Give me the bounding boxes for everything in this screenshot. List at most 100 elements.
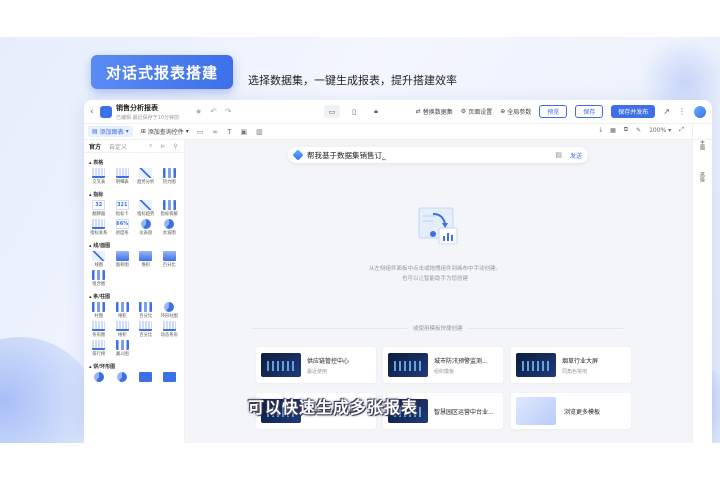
text-icon[interactable]: T	[227, 128, 231, 136]
component-item[interactable]: 热力图	[158, 168, 182, 185]
component-item[interactable]: 66% 进度条	[111, 219, 135, 236]
component-label: 堆积	[141, 263, 151, 268]
component-item[interactable]	[111, 372, 135, 383]
desktop-icon[interactable]: ▭	[324, 105, 340, 118]
component-item[interactable]: 百分比	[134, 321, 158, 338]
copy-icon[interactable]: ⧉	[624, 126, 628, 134]
image-icon[interactable]: ▣	[241, 128, 248, 136]
component-item[interactable]: 漏斗图	[111, 340, 135, 357]
avatar[interactable]	[694, 105, 706, 118]
page-settings-button[interactable]: ⚙ 页面设置	[461, 107, 492, 116]
replace-dataset-button[interactable]: ⇄ 替换数据集	[416, 107, 453, 116]
ai-prompt-text[interactable]: 帮我基于数据集销售订_	[307, 150, 555, 161]
section-title-text: 指标	[93, 192, 104, 198]
share-icon[interactable]: ↗	[663, 107, 670, 116]
component-item[interactable]: 堆积	[134, 251, 158, 268]
more-icon[interactable]: ⋮	[678, 107, 686, 116]
global-params-button[interactable]: ⊕ 全局参数	[500, 107, 531, 116]
save-publish-button[interactable]: 保存并发布	[611, 105, 656, 118]
document-icon[interactable]: ▤	[555, 151, 562, 159]
undo-icon[interactable]: ↶	[210, 107, 217, 116]
component-item[interactable]: 指标关系	[87, 219, 111, 236]
section-title[interactable]: ▴ 条/柱图	[84, 287, 184, 302]
add-query-button[interactable]: ⊞ 添加查询控件 ▾	[141, 127, 189, 136]
component-item[interactable]: 仪表盘	[134, 219, 158, 236]
component-item[interactable]: 32 翻牌器	[87, 200, 111, 217]
mobile-icon[interactable]: ▯	[346, 105, 362, 118]
template-card[interactable]: 烟草行业大屏 同角色常用	[511, 347, 631, 383]
browse-more-templates[interactable]: 浏览更多模板	[511, 393, 631, 429]
template-card[interactable]: 供应链管控中心 最近使用	[256, 347, 376, 383]
component-item[interactable]: 柱图	[87, 302, 111, 319]
expand-icon[interactable]: ⤢	[679, 126, 684, 134]
component-label: 仪表盘	[139, 231, 153, 236]
tab-official[interactable]: 官方	[89, 142, 101, 151]
right-rail: 主题 高级	[692, 124, 712, 443]
component-item[interactable]: 趋势分析	[134, 168, 158, 185]
component-item[interactable]: 321 指标卡	[111, 200, 135, 217]
rail-item-advanced[interactable]: 高级	[699, 172, 706, 182]
percent-bar-icon	[139, 321, 153, 331]
component-label: 条形图	[92, 333, 106, 338]
component-item[interactable]: 线图	[87, 251, 111, 268]
add-chart-button[interactable]: ▤ 添加图表 ▾	[88, 126, 133, 137]
report-name[interactable]: 销售分析报表	[116, 103, 179, 113]
component-label: 堆积	[117, 314, 127, 319]
component-item[interactable]: 百分比	[134, 302, 158, 319]
section-title[interactable]: ▴ 指标	[84, 185, 184, 200]
empty-hint-line2: 也可以让智能助手为您创建	[401, 276, 468, 282]
search-icon[interactable]: ⌕	[149, 142, 152, 150]
component-item[interactable]: 水波图	[158, 219, 182, 236]
cross-table-icon	[92, 168, 106, 178]
filter-icon: ⊞	[140, 128, 146, 135]
zoom-select[interactable]: 100% ▾	[649, 127, 671, 134]
component-item[interactable]: 指标拆解	[158, 200, 182, 217]
component-item[interactable]: 堆积	[111, 321, 135, 338]
metric-trend-icon	[139, 200, 153, 210]
star-icon[interactable]: ★	[195, 107, 202, 116]
ai-assistant-input[interactable]: 帮我基于数据集销售订_ ▤ 发送	[288, 147, 588, 163]
pin-icon[interactable]: ⚲	[173, 143, 177, 150]
template-name: 城市防汛预警监测...	[434, 357, 488, 365]
component-item[interactable]: 组合图	[87, 270, 111, 287]
component-item[interactable]: 条形图	[87, 321, 111, 338]
stacked-column-icon	[115, 302, 129, 312]
component-item[interactable]: 动态条形	[158, 321, 182, 338]
send-button[interactable]: 发送	[570, 151, 582, 160]
folder-icon[interactable]: ▭	[197, 128, 204, 136]
section-title[interactable]: ▴ 线/面图	[84, 236, 184, 251]
component-item[interactable]: 交叉表	[87, 168, 111, 185]
component-label: 漏斗图	[115, 352, 129, 357]
link-icon[interactable]: ∞	[212, 128, 218, 136]
section-title[interactable]: ▴ 表格	[84, 153, 184, 168]
redo-icon[interactable]: ↷	[225, 107, 232, 116]
back-icon[interactable]: ‹	[90, 107, 100, 117]
component-item[interactable]: 百分比	[158, 251, 182, 268]
dynamic-bar-icon	[162, 321, 176, 331]
filter-icon[interactable]: ⊳	[160, 143, 165, 150]
component-item[interactable]: 堆积	[111, 302, 135, 319]
tab-custom[interactable]: 自定义	[109, 142, 127, 151]
component-item[interactable]: 面积图	[111, 251, 135, 268]
lock-icon[interactable]: 🔒︎	[368, 105, 384, 118]
component-item[interactable]: 环形柱图	[158, 302, 182, 319]
component-item[interactable]: 排行榜	[87, 340, 111, 357]
gauge-icon	[140, 219, 151, 229]
template-card[interactable]: 城市防汛预警监测... 组织模板	[383, 347, 503, 383]
component-item[interactable]	[134, 372, 158, 383]
rail-item-theme[interactable]: 主题	[699, 140, 706, 150]
pie-icon	[93, 372, 104, 382]
empty-hint-line1: 从左侧组件面板中点击或拖拽组件到画布中手动创建。	[368, 266, 501, 272]
component-item[interactable]: 明细表	[111, 168, 135, 185]
download-icon[interactable]: ⤓	[599, 126, 602, 134]
preview-button[interactable]: 预览	[539, 105, 568, 118]
save-button[interactable]: 保存	[575, 105, 604, 118]
tab-icon[interactable]: ▥	[256, 128, 263, 136]
component-label: 百分比	[139, 333, 153, 338]
section-title[interactable]: ▴ 饼/环形图	[84, 357, 184, 372]
component-item[interactable]	[158, 372, 182, 383]
component-item[interactable]: 指标趋势	[134, 200, 158, 217]
component-item[interactable]	[87, 372, 111, 383]
brush-icon[interactable]: ✎	[636, 127, 641, 134]
grid-icon[interactable]: ▦	[610, 127, 616, 134]
